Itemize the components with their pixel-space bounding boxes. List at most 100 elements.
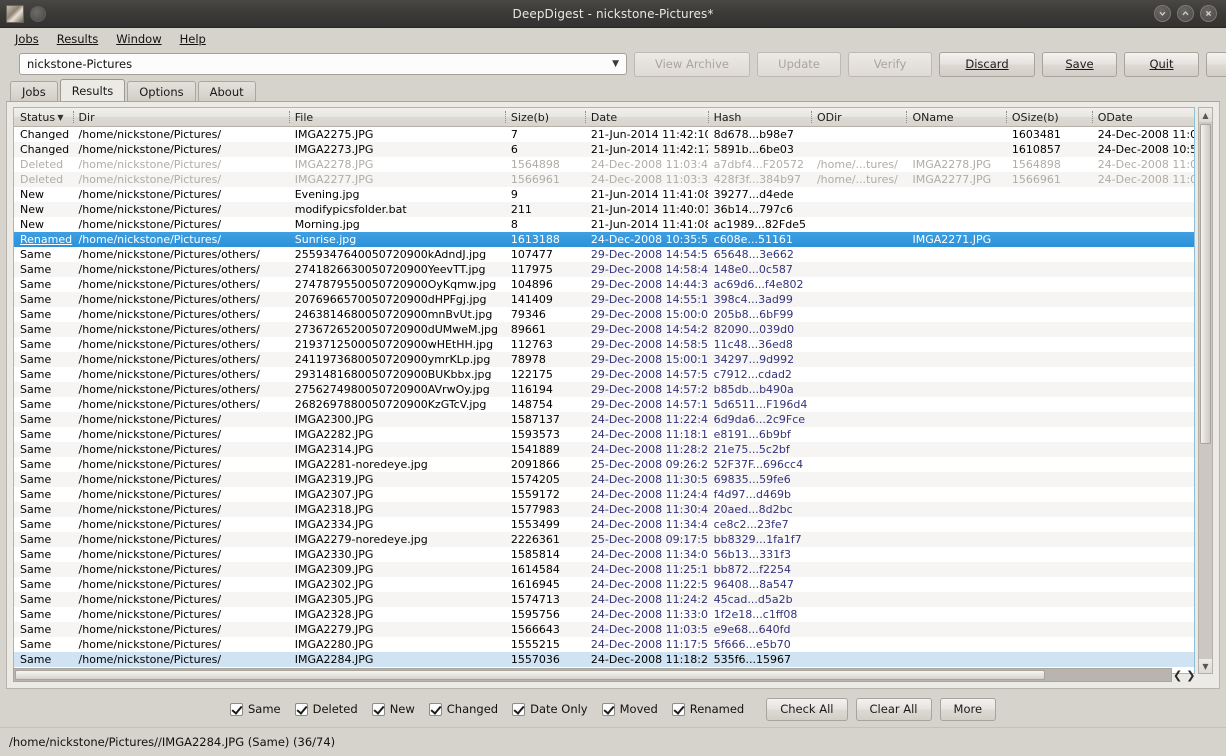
table-row[interactable]: Same/home/nickstone/Pictures/others/2756…: [14, 382, 1194, 397]
filter-checkbox-new[interactable]: New: [371, 702, 415, 716]
minimize-icon[interactable]: [1154, 5, 1171, 22]
column-header-odir[interactable]: ODir: [810, 108, 907, 126]
column-header-oname[interactable]: OName: [906, 108, 1005, 126]
filter-checkbox-deleted[interactable]: Deleted: [294, 702, 358, 716]
update-label: Update: [778, 57, 820, 71]
column-header-date[interactable]: Date: [584, 108, 708, 126]
table-row[interactable]: New/home/nickstone/Pictures/Morning.jpg 8…: [14, 217, 1194, 232]
checkbox-checked-icon[interactable]: [671, 702, 685, 716]
table-row[interactable]: Same/home/nickstone/Pictures/others/2741…: [14, 262, 1194, 277]
table-row[interactable]: Same/home/nickstone/Pictures/IMGA2307.JP…: [14, 487, 1194, 502]
view-archive-button[interactable]: View Archive: [634, 51, 750, 77]
table-row[interactable]: Same/home/nickstone/Pictures/IMGA2334.JP…: [14, 517, 1194, 532]
maximize-icon[interactable]: [1177, 5, 1194, 22]
chevron-left-icon[interactable]: ❮: [1173, 669, 1182, 682]
results-table[interactable]: Status ▼ Dir File Size(b) Date Hash ODir…: [13, 107, 1195, 674]
table-row[interactable]: New/home/nickstone/Pictures/Evening.jpg 9…: [14, 187, 1194, 202]
table-row[interactable]: Changed/home/nickstone/Pictures/IMGA2275…: [14, 127, 1194, 142]
checkbox-checked-icon[interactable]: [601, 702, 615, 716]
table-row[interactable]: Same/home/nickstone/Pictures/IMGA2314.JP…: [14, 442, 1194, 457]
vertical-scrollbar[interactable]: ▲ ▼: [1198, 107, 1213, 674]
check-all-button[interactable]: Check All: [766, 697, 848, 721]
table-row[interactable]: Same/home/nickstone/Pictures/others/2736…: [14, 322, 1194, 337]
table-row[interactable]: Same/home/nickstone/Pictures/IMGA2319.JP…: [14, 472, 1194, 487]
tab-about[interactable]: About: [197, 81, 256, 101]
close-icon[interactable]: [1200, 5, 1217, 22]
save-button[interactable]: Save: [1042, 51, 1117, 77]
table-row[interactable]: Same/home/nickstone/Pictures/others/2076…: [14, 292, 1194, 307]
table-row[interactable]: Same/home/nickstone/Pictures/IMGA2318.JP…: [14, 502, 1194, 517]
discard-button[interactable]: Discard: [939, 51, 1035, 77]
table-row[interactable]: Deleted/home/nickstone/Pictures/IMGA2277…: [14, 172, 1194, 187]
table-row[interactable]: Changed/home/nickstone/Pictures/IMGA2273…: [14, 142, 1194, 157]
cell-size: 148754: [510, 398, 553, 411]
table-row[interactable]: Same/home/nickstone/Pictures/others/2931…: [14, 367, 1194, 382]
table-row[interactable]: Same/home/nickstone/Pictures/IMGA2302.JP…: [14, 577, 1194, 592]
cell-file: modifypicsfolder.bat: [294, 203, 407, 216]
scroll-up-icon[interactable]: ▲: [1199, 108, 1212, 122]
column-header-dir[interactable]: Dir: [72, 108, 289, 126]
menu-help[interactable]: Help: [171, 30, 215, 48]
column-header-size[interactable]: Size(b): [504, 108, 585, 126]
table-row[interactable]: Same/home/nickstone/Pictures/IMGA2282.JP…: [14, 427, 1194, 442]
verify-button[interactable]: Verify: [848, 51, 932, 77]
table-row[interactable]: Same/home/nickstone/Pictures/IMGA2279.JP…: [14, 622, 1194, 637]
table-row[interactable]: Deleted/home/nickstone/Pictures/IMGA2278…: [14, 157, 1194, 172]
update-button[interactable]: Update: [757, 51, 841, 77]
tab-options[interactable]: Options: [127, 81, 196, 101]
table-row[interactable]: Same/home/nickstone/Pictures/IMGA2330.JP…: [14, 547, 1194, 562]
table-row[interactable]: Same/home/nickstone/Pictures/IMGA2279-no…: [14, 532, 1194, 547]
table-row[interactable]: Same/home/nickstone/Pictures/others/2411…: [14, 352, 1194, 367]
help-button[interactable]: Help: [1206, 51, 1226, 77]
column-header-hash[interactable]: Hash: [707, 108, 811, 126]
chevron-down-icon[interactable]: ▼: [612, 59, 622, 69]
window-menu-icon[interactable]: [30, 5, 46, 22]
column-header-odate[interactable]: ODate: [1091, 108, 1194, 126]
job-select-combobox[interactable]: nickstone-Pictures ▼: [19, 53, 627, 75]
column-header-file[interactable]: File: [288, 108, 505, 126]
filter-checkbox-renamed[interactable]: Renamed: [671, 702, 744, 716]
checkbox-checked-icon[interactable]: [294, 702, 308, 716]
checkbox-checked-icon[interactable]: [512, 702, 526, 716]
table-row[interactable]: Same/home/nickstone/Pictures/IMGA2328.JP…: [14, 607, 1194, 622]
vertical-scrollbar-thumb[interactable]: [1200, 124, 1211, 444]
checkbox-checked-icon[interactable]: [371, 702, 385, 716]
sort-desc-icon[interactable]: ▼: [57, 113, 63, 122]
table-row[interactable]: Same/home/nickstone/Pictures/IMGA2300.JP…: [14, 412, 1194, 427]
table-row[interactable]: Same/home/nickstone/Pictures/others/2559…: [14, 247, 1194, 262]
menu-results[interactable]: Results: [48, 30, 108, 48]
menu-window[interactable]: Window: [107, 30, 170, 48]
chevron-right-icon[interactable]: ❯: [1186, 669, 1195, 682]
cell-dir: /home/nickstone/Pictures/others/: [78, 278, 260, 291]
tab-jobs[interactable]: Jobs: [10, 81, 58, 101]
table-row[interactable]: Same/home/nickstone/Pictures/others/2463…: [14, 307, 1194, 322]
column-header-osize[interactable]: OSize(b): [1005, 108, 1092, 126]
filter-checkbox-date-only[interactable]: Date Only: [512, 702, 588, 716]
filter-checkbox-moved[interactable]: Moved: [601, 702, 658, 716]
cell-file: IMGA2280.JPG: [294, 638, 374, 651]
table-row[interactable]: Same/home/nickstone/Pictures/IMGA2280.JP…: [14, 637, 1194, 652]
checkbox-checked-icon[interactable]: [428, 702, 442, 716]
more-button[interactable]: More: [939, 697, 997, 721]
filter-checkbox-same[interactable]: Same: [229, 702, 281, 716]
table-row[interactable]: New/home/nickstone/Pictures/modifypicsfo…: [14, 202, 1194, 217]
checkbox-checked-icon[interactable]: [229, 702, 243, 716]
horizontal-scrollbar[interactable]: [13, 668, 1172, 682]
horizontal-scrollbar-thumb[interactable]: [15, 670, 1045, 680]
table-row[interactable]: Same/home/nickstone/Pictures/IMGA2309.JP…: [14, 562, 1194, 577]
quit-button[interactable]: Quit: [1124, 51, 1199, 77]
filter-checkbox-changed[interactable]: Changed: [428, 702, 498, 716]
table-row[interactable]: Same/home/nickstone/Pictures/IMGA2281-no…: [14, 457, 1194, 472]
table-row[interactable]: Same/home/nickstone/Pictures/others/2682…: [14, 397, 1194, 412]
window-titlebar[interactable]: DeepDigest - nickstone-Pictures*: [0, 0, 1226, 28]
tab-results[interactable]: Results: [59, 79, 126, 101]
cell-date: 29-Dec-2008 14:44:39: [590, 278, 708, 291]
table-row[interactable]: Same/home/nickstone/Pictures/IMGA2305.JP…: [14, 592, 1194, 607]
table-row[interactable]: Same/home/nickstone/Pictures/IMGA2284.JP…: [14, 652, 1194, 667]
table-row[interactable]: Same/home/nickstone/Pictures/others/2747…: [14, 277, 1194, 292]
table-row[interactable]: Same/home/nickstone/Pictures/others/2193…: [14, 337, 1194, 352]
clear-all-button[interactable]: Clear All: [855, 697, 932, 721]
table-row[interactable]: Renamed/home/nickstone/Pictures/Sunrise.…: [14, 232, 1194, 247]
menu-jobs[interactable]: Jobs: [6, 30, 48, 48]
column-header-status[interactable]: Status ▼: [14, 108, 73, 126]
